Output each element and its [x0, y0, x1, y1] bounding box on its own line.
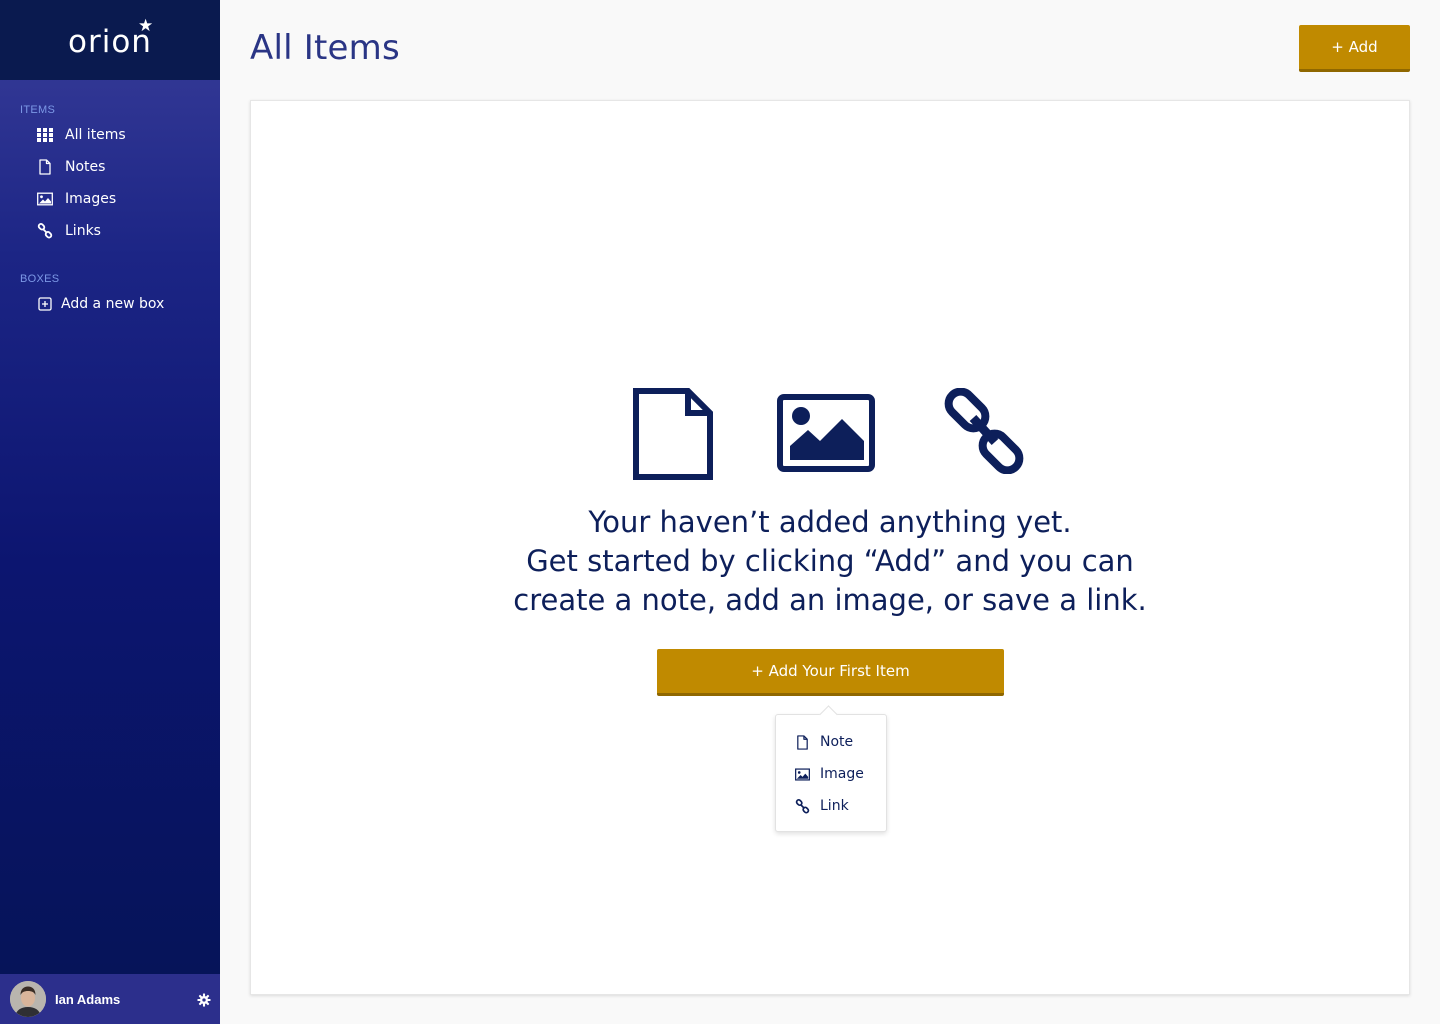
brand-header: orion ★: [0, 0, 220, 80]
sidebar-item-images[interactable]: Images: [0, 183, 220, 215]
user-name: Ian Adams: [55, 991, 121, 1007]
dropdown-item-link[interactable]: Link: [776, 790, 886, 822]
dropdown-item-label: Link: [820, 798, 849, 814]
empty-state-message: Your haven’t added anything yet. Get sta…: [250, 503, 1410, 620]
add-first-item-button[interactable]: + Add Your First Item: [657, 649, 1004, 696]
link-icon: [795, 798, 811, 814]
sidebar-item-label: Images: [65, 191, 117, 207]
add-new-box-label: Add a new box: [61, 296, 165, 312]
add-item-dropdown: Note Image Link: [775, 714, 887, 832]
sidebar-item-all-items[interactable]: All items: [0, 119, 220, 151]
add-new-box-button[interactable]: Add a new box: [0, 288, 220, 320]
dropdown-item-note[interactable]: Note: [776, 726, 886, 758]
sidebar-item-label: All items: [65, 127, 126, 143]
sidebar-item-label: Links: [65, 223, 101, 239]
boxes-section-label: BOXES: [20, 273, 60, 285]
sidebar-item-label: Notes: [65, 159, 106, 175]
add-button[interactable]: + Add: [1299, 25, 1410, 72]
sidebar: orion ★ ITEMS All items Notes Images Lin…: [0, 0, 220, 1024]
items-section-label: ITEMS: [20, 104, 56, 116]
note-icon: [36, 158, 54, 176]
empty-state-line: Your haven’t added anything yet.: [588, 505, 1072, 539]
user-bar: Ian Adams: [0, 974, 220, 1024]
grid-icon: [36, 126, 54, 144]
star-icon: ★: [138, 16, 154, 36]
link-icon: [36, 222, 54, 240]
link-icon: [944, 388, 1024, 474]
dropdown-item-label: Image: [820, 766, 864, 782]
image-icon: [36, 190, 54, 208]
sidebar-item-notes[interactable]: Notes: [0, 151, 220, 183]
note-icon: [633, 388, 713, 480]
plus-square-icon: [36, 295, 54, 313]
dropdown-item-image[interactable]: Image: [776, 758, 886, 790]
note-icon: [795, 734, 811, 750]
empty-state-line: create a note, add an image, or save a l…: [513, 583, 1147, 617]
image-icon: [777, 394, 875, 472]
empty-state-line: Get started by clicking “Add” and you ca…: [526, 544, 1134, 578]
dropdown-item-label: Note: [820, 734, 854, 750]
image-icon: [795, 766, 811, 782]
empty-state-icons: [0, 388, 1440, 480]
gear-icon[interactable]: [197, 992, 211, 1007]
avatar[interactable]: [10, 981, 46, 1017]
sidebar-item-links[interactable]: Links: [0, 215, 220, 247]
page-title: All Items: [250, 28, 400, 68]
